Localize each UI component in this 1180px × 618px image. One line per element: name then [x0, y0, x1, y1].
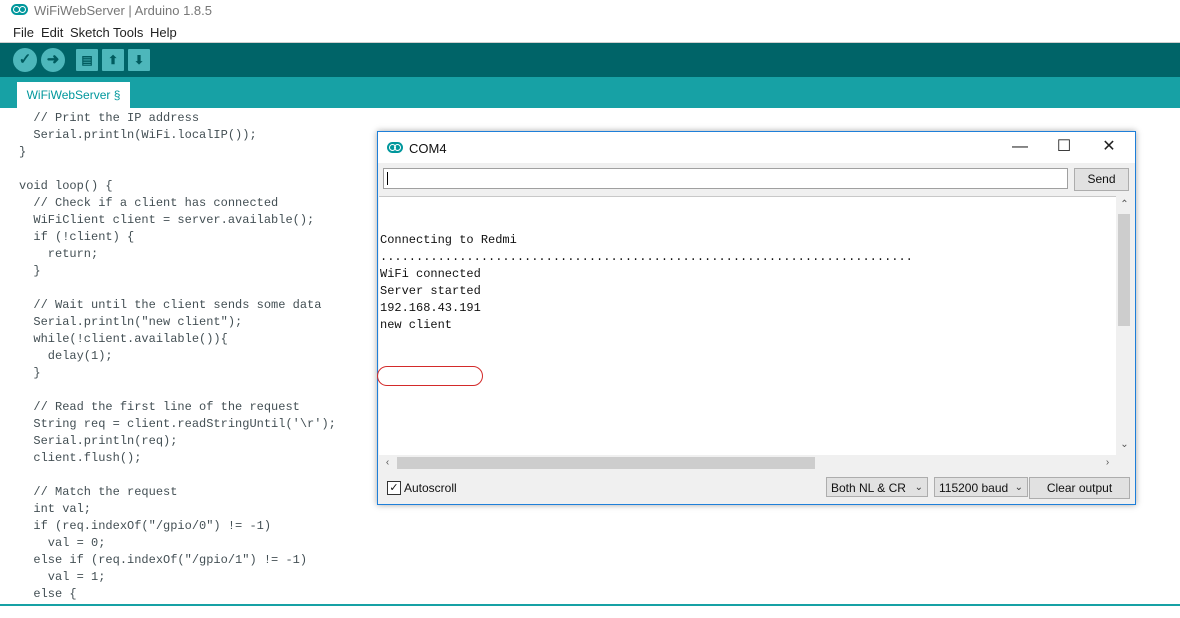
- code-line: }: [19, 264, 41, 278]
- code-line: // Match the request: [19, 485, 178, 499]
- maximize-button[interactable]: ☐: [1044, 136, 1084, 158]
- code-line: else {: [19, 587, 77, 601]
- code-line: Serial.println(WiFi.localIP());: [19, 128, 257, 142]
- serial-titlebar: COM4 — ☐ ✕: [378, 132, 1135, 163]
- code-line: // Read the first line of the request: [19, 400, 300, 414]
- toolbar: ✓ ➜ ▤ ⬆ ⬇: [0, 43, 1180, 77]
- code-line: int val;: [19, 502, 92, 516]
- serial-footer: ✓ Autoscroll Both NL & CR ⌄ 115200 baud …: [378, 473, 1135, 504]
- arrow-right-icon: ➜: [46, 51, 60, 68]
- menu-bar: File Edit Sketch Tools Help: [0, 22, 1180, 43]
- vertical-scrollbar[interactable]: ⌃ ⌄: [1116, 196, 1133, 455]
- code-line: }: [19, 366, 41, 380]
- code-line: val = 1;: [19, 570, 106, 584]
- code-line: delay(1);: [19, 349, 113, 363]
- window-titlebar: WiFiWebServer | Arduino 1.8.5: [0, 0, 1180, 22]
- chevron-down-icon: ⌄: [914, 482, 923, 493]
- menu-sketch[interactable]: Sketch: [70, 25, 110, 40]
- tab-strip: WiFiWebServer §: [0, 77, 1180, 108]
- serial-send-input[interactable]: [383, 168, 1068, 189]
- close-button[interactable]: ✕: [1089, 136, 1129, 158]
- save-button[interactable]: ⬇: [128, 49, 150, 71]
- baud-rate-select[interactable]: 115200 baud ⌄: [934, 477, 1028, 497]
- save-arrow-down-icon: ⬇: [133, 53, 145, 67]
- code-line: if (!client) {: [19, 230, 135, 244]
- clear-output-button[interactable]: Clear output: [1029, 477, 1130, 499]
- text-caret: [387, 172, 388, 185]
- code-line: WiFiClient client = server.available();: [19, 213, 315, 227]
- menu-help[interactable]: Help: [150, 25, 177, 40]
- code-line: // Wait until the client sends some data: [19, 298, 322, 312]
- chevron-down-icon: ⌄: [1014, 482, 1023, 493]
- arduino-logo-icon: [11, 4, 28, 15]
- code-line: }: [19, 145, 27, 159]
- serial-output-line: Connecting to Redmi: [380, 233, 517, 247]
- code-line: // Check if a client has connected: [19, 196, 279, 210]
- menu-tools[interactable]: Tools: [113, 25, 143, 40]
- open-button[interactable]: ⬆: [102, 49, 124, 71]
- autoscroll-label: Autoscroll: [404, 481, 457, 495]
- code-line: val = 0;: [19, 536, 106, 550]
- code-line: if (req.indexOf("/gpio/0") != -1): [19, 519, 272, 533]
- code-line: String req = client.readStringUntil('\r'…: [19, 417, 336, 431]
- serial-output-line: new client: [380, 318, 453, 332]
- code-line: Serial.println("new client");: [19, 315, 243, 329]
- baud-rate-value: 115200 baud: [939, 481, 1009, 495]
- code-line: return;: [19, 247, 99, 261]
- serial-output-line: ........................................…: [380, 250, 913, 264]
- horizontal-scroll-thumb[interactable]: [397, 457, 815, 469]
- verify-button[interactable]: ✓: [13, 48, 37, 72]
- serial-title: COM4: [409, 141, 447, 156]
- serial-monitor-window: COM4 — ☐ ✕ Send Connecting to Redmi.....…: [377, 131, 1136, 505]
- open-arrow-up-icon: ⬆: [107, 53, 119, 67]
- menu-edit[interactable]: Edit: [41, 25, 63, 40]
- minimize-button[interactable]: —: [1000, 136, 1040, 158]
- arduino-logo-icon: [387, 142, 403, 153]
- line-ending-select[interactable]: Both NL & CR ⌄: [826, 477, 928, 497]
- new-button[interactable]: ▤: [76, 49, 98, 71]
- new-file-icon: ▤: [81, 53, 93, 67]
- serial-output-line: 192.168.43.191: [380, 301, 481, 315]
- code-line: // Print the IP address: [19, 111, 200, 125]
- serial-output-line: WiFi connected: [380, 267, 481, 281]
- tab-wifiwebserver[interactable]: WiFiWebServer §: [17, 82, 130, 108]
- autoscroll-checkbox[interactable]: ✓: [387, 481, 401, 495]
- scroll-down-icon[interactable]: ⌄: [1116, 439, 1133, 450]
- code-line: void loop() {: [19, 179, 113, 193]
- code-line: else if (req.indexOf("/gpio/1") != -1): [19, 553, 308, 567]
- scroll-left-icon[interactable]: ‹: [379, 457, 396, 468]
- vertical-scroll-thumb[interactable]: [1118, 214, 1130, 326]
- line-ending-value: Both NL & CR: [831, 481, 906, 495]
- menu-file[interactable]: File: [13, 25, 34, 40]
- scroll-right-icon[interactable]: ›: [1099, 457, 1116, 468]
- code-line: while(!client.available()){: [19, 332, 228, 346]
- checkmark-icon: ✓: [389, 482, 399, 494]
- serial-output: Connecting to Redmi.....................…: [377, 196, 1116, 456]
- code-line: Serial.println(req);: [19, 434, 178, 448]
- scroll-up-icon[interactable]: ⌃: [1116, 199, 1133, 210]
- horizontal-scrollbar[interactable]: ‹ ›: [379, 455, 1116, 472]
- upload-button[interactable]: ➜: [41, 48, 65, 72]
- serial-output-line: Server started: [380, 284, 481, 298]
- send-button[interactable]: Send: [1074, 168, 1129, 191]
- code-line: client.flush();: [19, 451, 142, 465]
- check-icon: ✓: [18, 51, 32, 68]
- ip-annotation-circle: [377, 366, 483, 386]
- window-title: WiFiWebServer | Arduino 1.8.5: [34, 3, 212, 18]
